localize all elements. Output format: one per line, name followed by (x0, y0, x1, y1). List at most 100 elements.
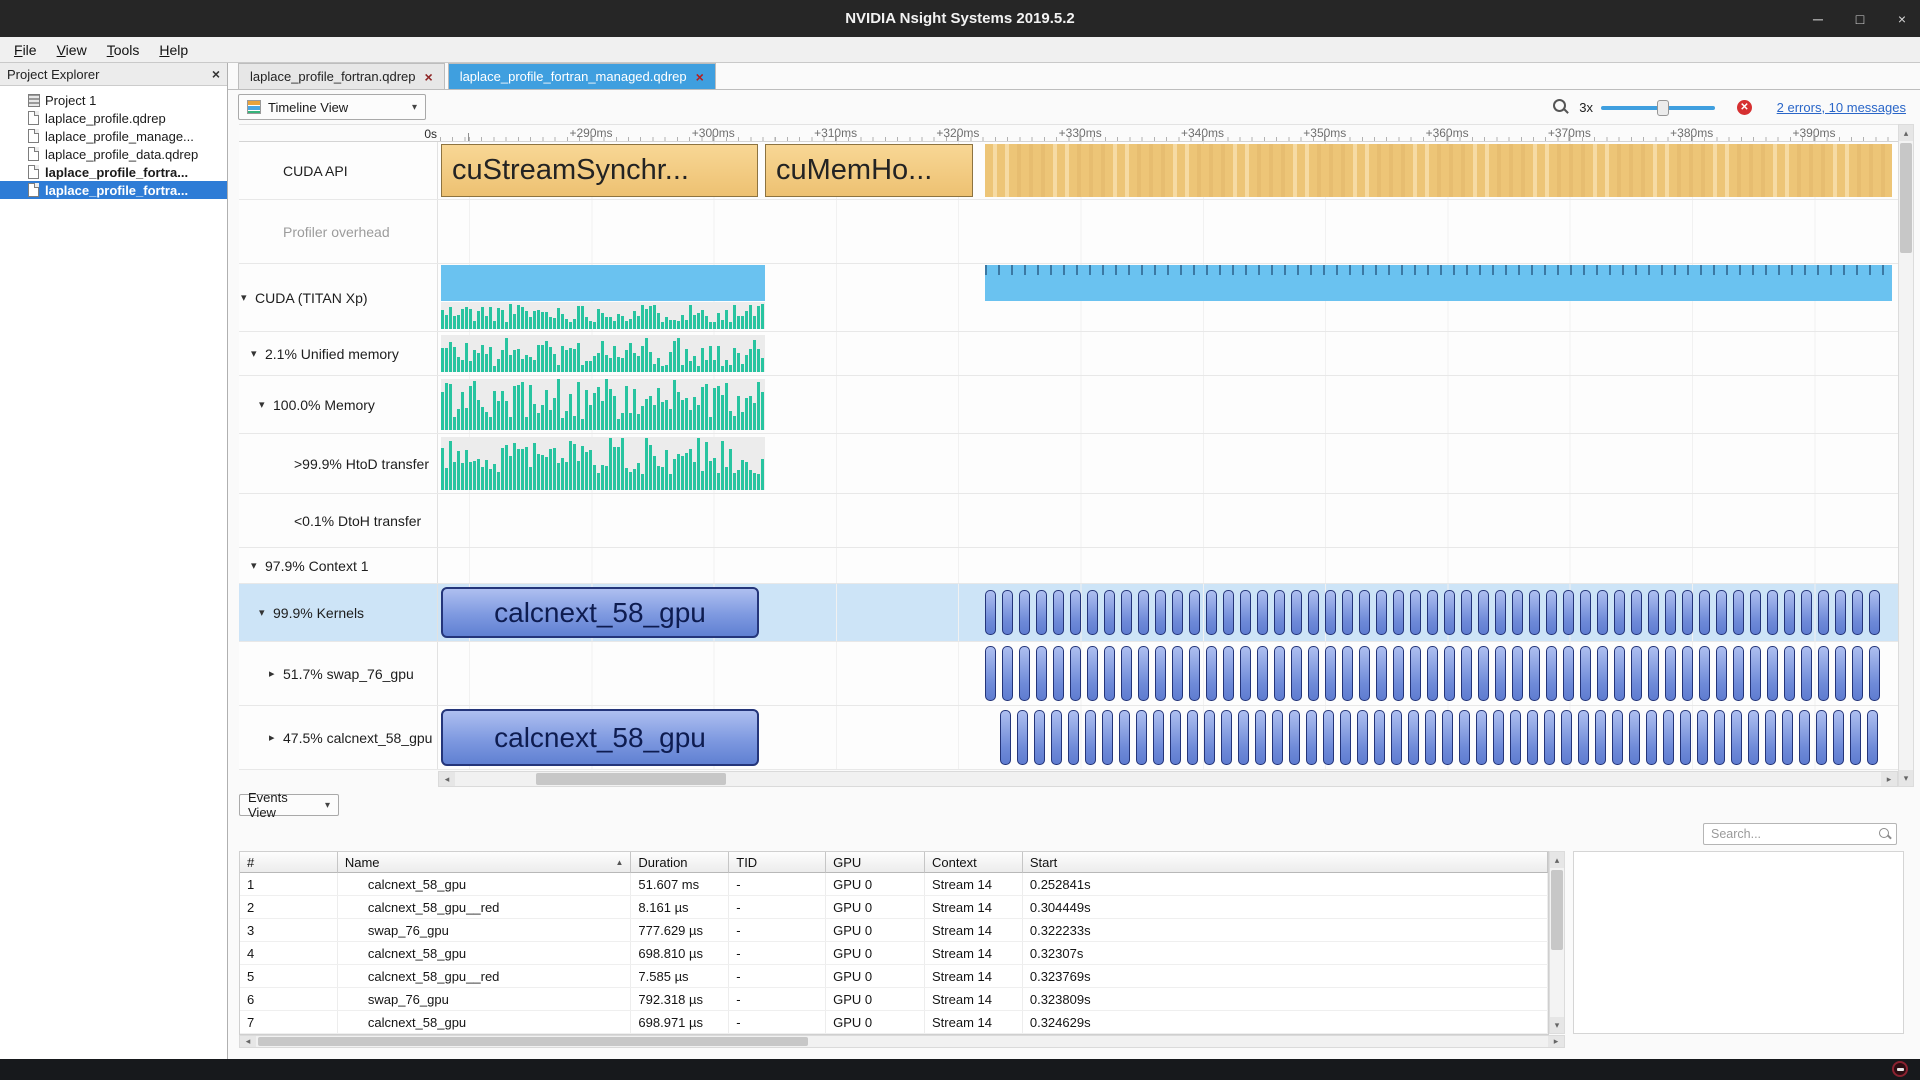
minimize-icon[interactable]: ─ (1810, 11, 1826, 27)
menu-file[interactable]: File (4, 38, 47, 62)
zoom-slider[interactable] (1601, 106, 1715, 110)
menu-view[interactable]: View (47, 38, 97, 62)
track-memory[interactable] (438, 376, 1898, 433)
tree-item-3[interactable]: laplace_profile_data.qdrep (0, 145, 227, 163)
cuda-api-dense-calls[interactable] (985, 144, 1892, 197)
row-label-calcnext-58-gpu[interactable]: ▸ 47.5% calcnext_58_gpu (239, 706, 438, 769)
events-table-row-7[interactable]: 7calcnext_58_gpu698.971 µs-GPU 0Stream 1… (240, 1011, 1548, 1034)
row-label-profiler-overhead[interactable]: Profiler overhead (239, 200, 438, 263)
unified-memory-wave[interactable] (441, 335, 765, 372)
timeline-view-selector[interactable]: Timeline View ▾ (238, 94, 426, 120)
calcnext-summary-bar[interactable]: calcnext_58_gpu (441, 709, 759, 766)
timeline-horizontal-scrollbar[interactable]: ◂ ▸ (438, 771, 1898, 787)
cell-name: calcnext_58_gpu (338, 873, 632, 895)
memory-wave[interactable] (441, 379, 765, 430)
scroll-up-icon[interactable]: ▴ (1899, 125, 1913, 141)
expand-arrow-icon[interactable]: ▸ (269, 667, 283, 680)
scroll-up-icon[interactable]: ▴ (1550, 852, 1564, 868)
column-header-context[interactable]: Context (925, 852, 1023, 873)
cuda-api-call-bar-2[interactable]: cuMemHo... (765, 144, 973, 197)
column-header-[interactable]: # (240, 852, 338, 873)
track-htod-transfer[interactable] (438, 434, 1898, 493)
row-label-dtoh-transfer[interactable]: <0.1% DtoH transfer (239, 494, 438, 547)
track-context-1[interactable] (438, 548, 1898, 583)
row-label-context-1[interactable]: ▾ 97.9% Context 1 (239, 548, 438, 583)
events-table-row-3[interactable]: 3swap_76_gpu777.629 µs-GPU 0Stream 140.3… (240, 919, 1548, 942)
row-label-memory[interactable]: ▾ 100.0% Memory (239, 376, 438, 433)
collapse-arrow-icon[interactable]: ▾ (241, 291, 255, 304)
row-label-cuda-api[interactable]: CUDA API (239, 142, 438, 199)
events-table-row-4[interactable]: 4calcnext_58_gpu698.810 µs-GPU 0Stream 1… (240, 942, 1548, 965)
events-table-row-5[interactable]: 5calcnext_58_gpu__red7.585 µs-GPU 0Strea… (240, 965, 1548, 988)
track-profiler-overhead[interactable] (438, 200, 1898, 263)
events-table-row-1[interactable]: 1calcnext_58_gpu51.607 ms-GPU 0Stream 14… (240, 873, 1548, 896)
scroll-right-icon[interactable]: ▸ (1881, 772, 1897, 786)
row-label-cuda-titan-xp[interactable]: ▾ CUDA (TITAN Xp) (239, 264, 438, 331)
collapse-arrow-icon[interactable]: ▾ (259, 606, 273, 619)
tree-item-5[interactable]: laplace_profile_fortra... (0, 181, 227, 199)
scrollbar-thumb[interactable] (1900, 143, 1912, 253)
menu-tools[interactable]: Tools (97, 38, 150, 62)
row-label-htod-transfer[interactable]: >99.9% HtoD transfer (239, 434, 438, 493)
tab-laplace-profile-fortran[interactable]: laplace_profile_fortran.qdrep × (238, 63, 445, 89)
column-header-duration[interactable]: Duration (631, 852, 729, 873)
scroll-down-icon[interactable]: ▾ (1550, 1017, 1564, 1033)
scroll-left-icon[interactable]: ◂ (439, 772, 455, 786)
events-table-row-6[interactable]: 6swap_76_gpu792.318 µs-GPU 0Stream 140.3… (240, 988, 1548, 1011)
events-horizontal-scrollbar[interactable]: ◂ ▸ (239, 1035, 1565, 1048)
events-table-row-2[interactable]: 2calcnext_58_gpu__red8.161 µs-GPU 0Strea… (240, 896, 1548, 919)
track-dtoh-transfer[interactable] (438, 494, 1898, 547)
collapse-arrow-icon[interactable]: ▾ (251, 559, 265, 572)
close-icon[interactable]: × (1894, 11, 1910, 27)
panel-close-icon[interactable]: × (212, 66, 220, 82)
expand-arrow-icon[interactable]: ▸ (269, 731, 283, 744)
track-swap-76-gpu[interactable] (438, 642, 1898, 705)
column-header-start[interactable]: Start (1023, 852, 1548, 873)
calcnext-instance-bars[interactable] (1000, 710, 1892, 765)
maximize-icon[interactable]: □ (1852, 11, 1868, 27)
tree-item-1[interactable]: laplace_profile.qdrep (0, 109, 227, 127)
zoom-slider-handle[interactable] (1657, 100, 1669, 116)
events-view-selector[interactable]: Events View ▾ (239, 794, 339, 816)
scroll-right-icon[interactable]: ▸ (1548, 1036, 1564, 1047)
kernels-summary-bar[interactable]: calcnext_58_gpu (441, 587, 759, 638)
column-header-tid[interactable]: TID (729, 852, 826, 873)
row-label-unified-memory[interactable]: ▾ 2.1% Unified memory (239, 332, 438, 375)
gpu-memory-wave[interactable] (441, 302, 765, 329)
column-header-gpu[interactable]: GPU (826, 852, 925, 873)
htod-wave[interactable] (441, 437, 765, 490)
tree-item-0[interactable]: Project 1 (0, 91, 227, 109)
collapse-arrow-icon[interactable]: ▾ (259, 398, 273, 411)
swap-instance-bars[interactable] (985, 646, 1892, 701)
scroll-down-icon[interactable]: ▾ (1899, 770, 1913, 786)
timeline-ruler[interactable]: 0s +290ms+300ms+310ms+320ms+330ms+340ms+… (239, 124, 1898, 142)
track-calcnext-58-gpu[interactable]: calcnext_58_gpu (438, 706, 1898, 769)
gpu-activity-bar-2[interactable] (985, 265, 1892, 301)
errors-messages-link[interactable]: 2 errors, 10 messages (1777, 100, 1906, 115)
scroll-left-icon[interactable]: ◂ (240, 1036, 256, 1047)
tab-close-icon[interactable]: × (696, 69, 704, 85)
track-kernels[interactable]: calcnext_58_gpu (438, 584, 1898, 641)
tree-item-2[interactable]: laplace_profile_manage... (0, 127, 227, 145)
scrollbar-thumb[interactable] (1551, 870, 1563, 950)
gpu-activity-bar-1[interactable] (441, 265, 765, 301)
scrollbar-thumb[interactable] (536, 773, 726, 785)
scrollbar-thumb[interactable] (258, 1037, 808, 1046)
kernel-instance-bars[interactable] (985, 590, 1892, 635)
column-header-name[interactable]: Name▲ (338, 852, 632, 873)
tree-item-4[interactable]: laplace_profile_fortra... (0, 163, 227, 181)
collapse-arrow-icon[interactable]: ▾ (251, 347, 265, 360)
tab-close-icon[interactable]: × (425, 69, 433, 85)
notification-bubble-icon[interactable] (1892, 1061, 1908, 1077)
row-label-swap-76-gpu[interactable]: ▸ 51.7% swap_76_gpu (239, 642, 438, 705)
menu-help[interactable]: Help (149, 38, 198, 62)
track-cuda-titan-xp[interactable] (438, 264, 1898, 331)
events-vertical-scrollbar[interactable]: ▴ ▾ (1549, 851, 1565, 1034)
row-label-kernels[interactable]: ▾ 99.9% Kernels (239, 584, 438, 641)
track-unified-memory[interactable] (438, 332, 1898, 375)
cuda-api-call-bar-1[interactable]: cuStreamSynchr... (441, 144, 758, 197)
track-cuda-api[interactable]: cuStreamSynchr... cuMemHo... (438, 142, 1898, 199)
timeline-vertical-scrollbar[interactable]: ▴ ▾ (1898, 124, 1914, 787)
tab-laplace-profile-fortran-managed[interactable]: laplace_profile_fortran_managed.qdrep × (448, 63, 716, 89)
search-input[interactable] (1703, 823, 1897, 845)
